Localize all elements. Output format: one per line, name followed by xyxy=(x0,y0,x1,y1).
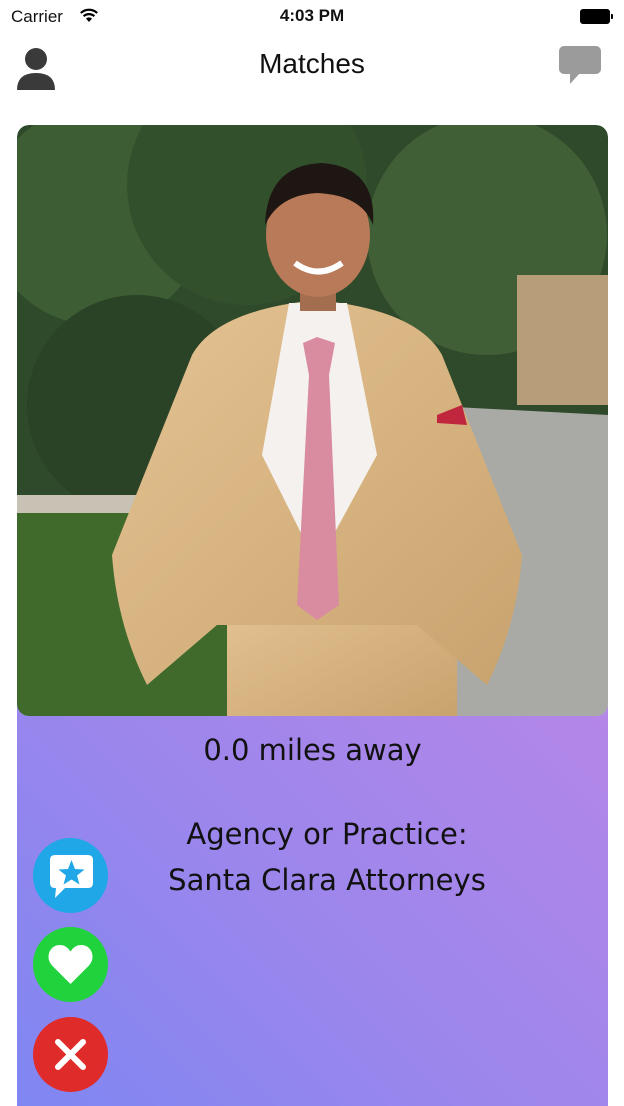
page-title: Matches xyxy=(259,48,365,79)
heart-icon xyxy=(48,945,93,984)
profile-photo[interactable] xyxy=(17,125,608,716)
clock: 4:03 PM xyxy=(279,6,345,25)
star-message-icon xyxy=(50,855,93,898)
dislike-button[interactable] xyxy=(33,1017,108,1092)
status-bar: Carrier 4:03 PM xyxy=(0,0,624,36)
battery-icon xyxy=(580,9,613,24)
like-button[interactable] xyxy=(33,927,108,1002)
distance-label: 0.0 miles away xyxy=(203,733,422,767)
chat-bubble-icon xyxy=(559,46,601,84)
close-icon xyxy=(55,1039,86,1070)
nav-bar: Matches xyxy=(0,36,624,98)
superlike-button[interactable] xyxy=(33,838,108,913)
chat-button[interactable] xyxy=(558,44,602,88)
